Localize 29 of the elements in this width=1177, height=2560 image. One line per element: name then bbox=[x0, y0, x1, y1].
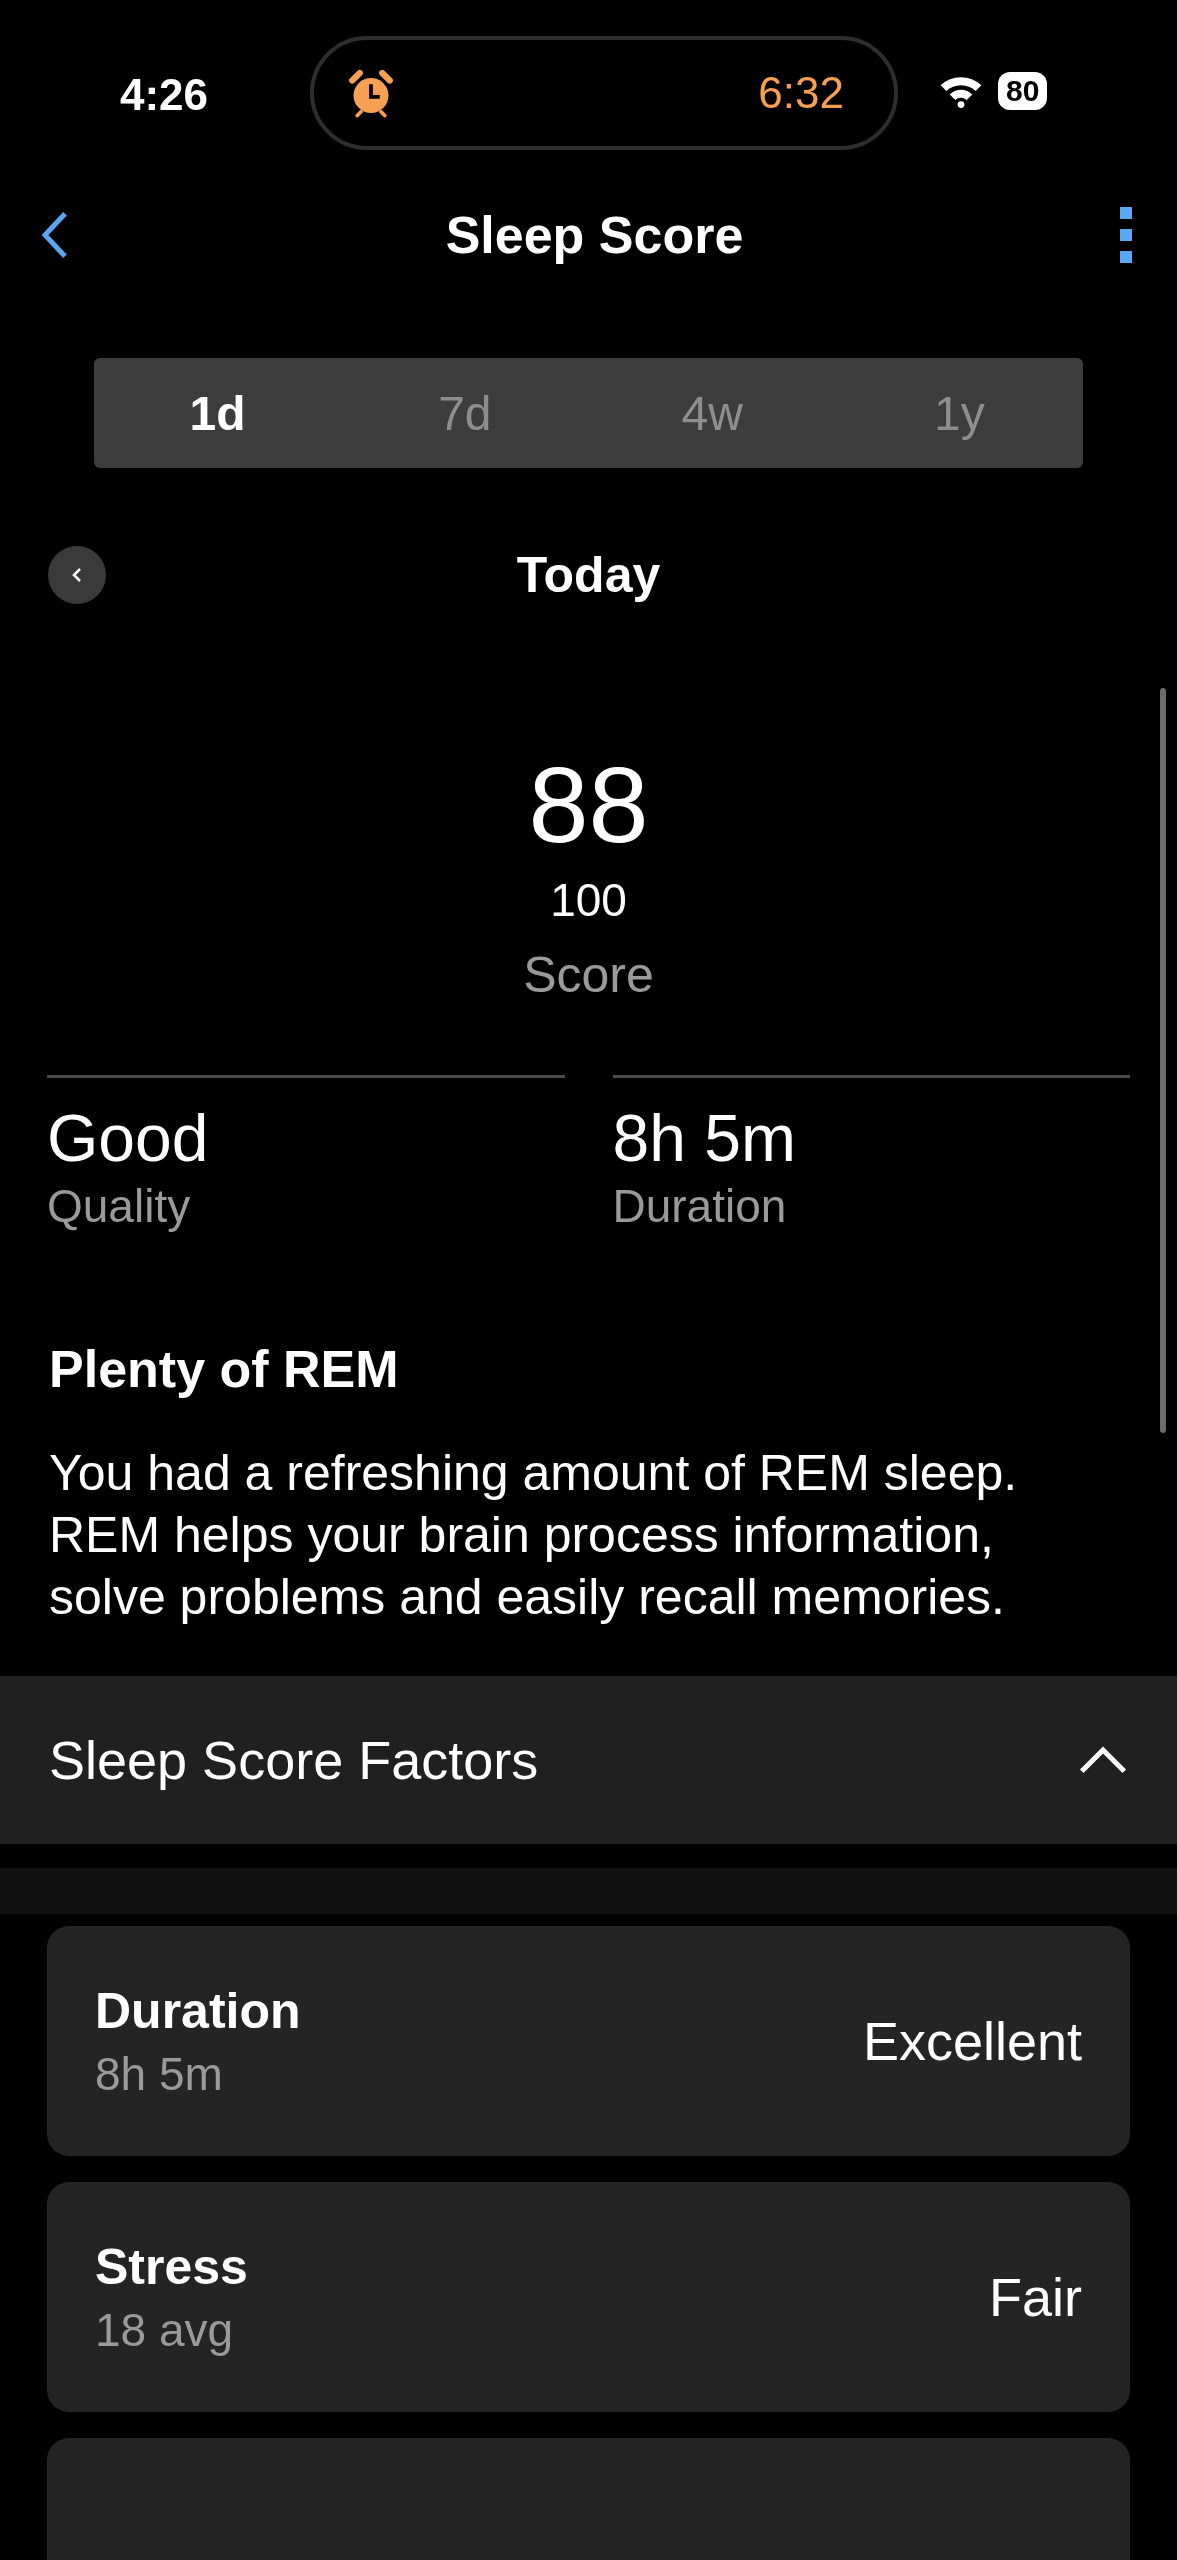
stat-value: 8h 5m bbox=[612, 1100, 797, 1177]
factor-name: Duration bbox=[95, 1982, 301, 2041]
insight-text: You had a refreshing amount of REM sleep. REM helps your brain process information, solve problems and easily recall memories. bbox=[49, 1444, 1019, 1627]
wifi-icon bbox=[938, 74, 984, 108]
score-label: Score bbox=[523, 946, 654, 1005]
stat-label: Duration bbox=[612, 1179, 788, 1234]
insight-title: Plenty of REM bbox=[49, 1339, 400, 1400]
factor-detail: 18 avg bbox=[95, 2303, 235, 2358]
factor-detail: 8h 5m bbox=[95, 2047, 224, 2102]
alarm-time: 6:32 bbox=[758, 68, 844, 118]
stat-label: Quality bbox=[47, 1179, 192, 1234]
battery-indicator: 80 bbox=[998, 72, 1048, 110]
factor-rating: Fair bbox=[989, 2266, 1082, 2328]
factor-rating: Excellent bbox=[862, 2010, 1082, 2072]
score-max: 100 bbox=[550, 873, 627, 928]
screen-title: Sleep Score bbox=[445, 205, 744, 265]
date-label: Today bbox=[516, 546, 661, 604]
score-value: 88 bbox=[528, 743, 649, 867]
factors-header[interactable]: Sleep Score Factors bbox=[0, 1676, 1177, 1844]
status-time: 4:26 bbox=[120, 70, 209, 120]
alarm-clock-icon bbox=[346, 68, 396, 118]
stat-value: Good bbox=[47, 1100, 210, 1177]
more-icon[interactable] bbox=[1119, 207, 1133, 263]
range-tab[interactable]: 1d bbox=[94, 358, 342, 468]
back-icon[interactable] bbox=[40, 210, 70, 260]
factor-card[interactable]: Stress 18 avg Fair bbox=[47, 2182, 1130, 2412]
factors-title: Sleep Score Factors bbox=[49, 1729, 539, 1791]
factor-name: Stress bbox=[95, 2238, 248, 2297]
factor-card[interactable]: Duration 8h 5m Excellent bbox=[47, 1926, 1130, 2156]
